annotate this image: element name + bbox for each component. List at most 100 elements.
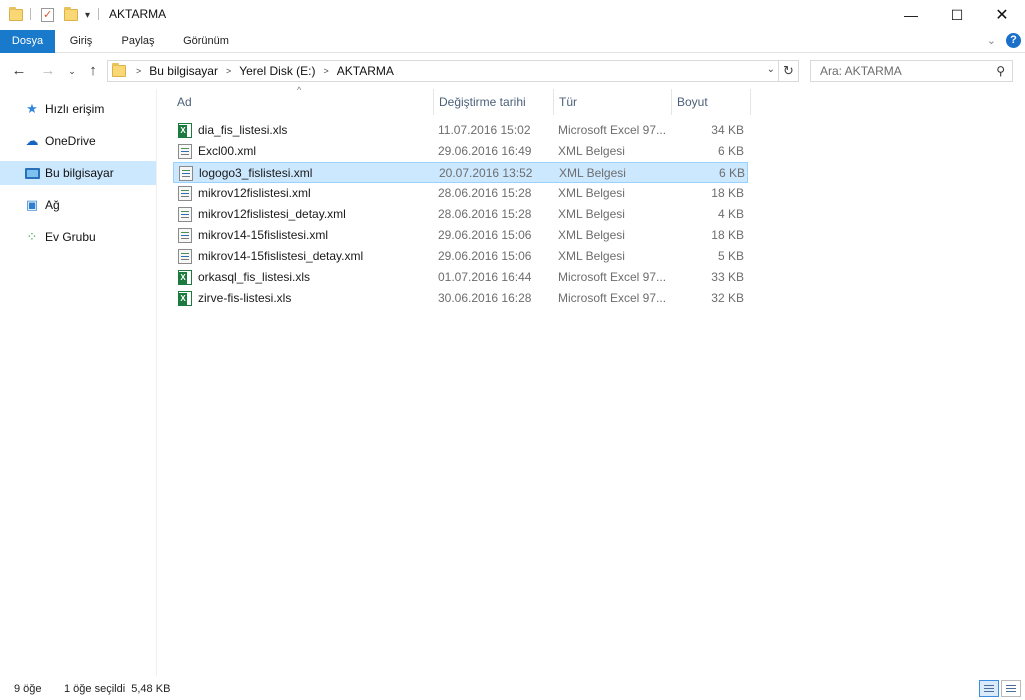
- homegroup-icon: ⁘: [26, 229, 38, 244]
- breadcrumb-current-folder[interactable]: AKTARMA: [337, 64, 394, 78]
- help-icon[interactable]: ?: [1006, 33, 1021, 48]
- large-icons-view-button[interactable]: [1001, 680, 1021, 697]
- file-name: Excl00.xml: [198, 144, 257, 158]
- file-size: 33 KB: [711, 270, 744, 284]
- address-bar[interactable]: > Bu bilgisayar > Yerel Disk (E:) > AKTA…: [107, 60, 779, 82]
- file-size: 34 KB: [711, 123, 744, 137]
- breadcrumb-local-disk[interactable]: Yerel Disk (E:): [239, 64, 315, 78]
- file-name: logogo3_fislistesi.xml: [199, 166, 313, 180]
- chevron-right-icon[interactable]: >: [136, 66, 141, 76]
- close-button[interactable]: ✕: [979, 0, 1025, 30]
- tab-file[interactable]: Dosya: [0, 30, 55, 53]
- file-date: 01.07.2016 16:44: [438, 270, 532, 284]
- refresh-icon[interactable]: ↻: [779, 60, 799, 82]
- sidebar-item-this-pc[interactable]: Bu bilgisayar: [0, 161, 156, 185]
- properties-icon[interactable]: [41, 6, 54, 24]
- search-input[interactable]: [811, 61, 981, 81]
- file-type: XML Belgesi: [558, 228, 625, 242]
- minimize-button[interactable]: —: [888, 0, 934, 30]
- file-name: zirve-fis-listesi.xls: [198, 291, 292, 305]
- sidebar-item-label: OneDrive: [45, 134, 96, 148]
- file-row[interactable]: dia_fis_listesi.xls 11.07.2016 15:02 Micro…: [173, 120, 748, 141]
- details-view-button[interactable]: [979, 680, 999, 697]
- customize-toolbar-dropdown-icon[interactable]: ▾: [85, 6, 90, 24]
- file-row[interactable]: mikrov14-15fislistesi.xml 29.06.2016 15:0…: [173, 225, 748, 246]
- file-type: XML Belgesi: [558, 207, 625, 221]
- file-name: mikrov14-15fislistesi.xml: [198, 228, 329, 242]
- file-row[interactable]: orkasql_fis_listesi.xls 01.07.2016 16:44 M…: [173, 267, 748, 288]
- column-header-size[interactable]: Boyut: [672, 89, 751, 115]
- item-count: 9 öğe: [14, 683, 42, 695]
- recent-locations-chevron-icon[interactable]: ⌄: [62, 61, 82, 81]
- excel-file-icon: [178, 270, 192, 285]
- ribbon-tabs: Dosya Giriş Paylaş Görünüm ⌄ ?: [0, 30, 1025, 53]
- file-size: 32 KB: [711, 291, 744, 305]
- tab-view[interactable]: Görünüm: [174, 30, 238, 53]
- sidebar-item-label: Ev Grubu: [45, 230, 96, 244]
- up-arrow-icon[interactable]: ↑: [83, 61, 103, 81]
- separator: [98, 8, 99, 20]
- cloud-icon: ☁: [25, 133, 39, 148]
- folder-icon: [9, 6, 23, 24]
- tab-share[interactable]: Paylaş: [113, 30, 163, 53]
- sidebar-item-onedrive[interactable]: ☁ OneDrive: [0, 129, 156, 153]
- sidebar-item-label: Ağ: [45, 198, 60, 212]
- new-folder-icon[interactable]: [64, 6, 78, 24]
- search-icon[interactable]: ⚲: [996, 64, 1005, 78]
- tab-home[interactable]: Giriş: [62, 30, 100, 53]
- column-header-type[interactable]: Tür: [554, 89, 672, 115]
- file-date: 29.06.2016 15:06: [438, 249, 532, 263]
- navigation-pane: ★ Hızlı erişim ☁ OneDrive Bu bilgisayar …: [0, 89, 157, 676]
- sidebar-item-label: Bu bilgisayar: [45, 166, 114, 180]
- excel-file-icon: [178, 291, 192, 306]
- window-title: AKTARMA: [109, 7, 167, 21]
- sidebar-item-network[interactable]: ▣ Ağ: [0, 193, 156, 217]
- file-date: 28.06.2016 15:28: [438, 186, 532, 200]
- file-row[interactable]: zirve-fis-listesi.xls 30.06.2016 16:28 Mic…: [173, 288, 748, 309]
- file-row[interactable]: mikrov12fislistesi_detay.xml 28.06.2016 1…: [173, 204, 748, 225]
- sidebar-item-homegroup[interactable]: ⁘ Ev Grubu: [0, 225, 156, 249]
- expand-ribbon-icon[interactable]: ⌄: [987, 34, 996, 47]
- file-type: XML Belgesi: [558, 186, 625, 200]
- file-row[interactable]: Excl00.xml 29.06.2016 16:49 XML Belgesi 6 K…: [173, 141, 748, 162]
- file-name: mikrov14-15fislistesi_detay.xml: [198, 249, 364, 263]
- file-name: mikrov12fislistesi.xml: [198, 186, 311, 200]
- computer-icon: [24, 165, 40, 181]
- file-type: XML Belgesi: [559, 166, 626, 180]
- forward-arrow-icon[interactable]: →: [38, 61, 58, 81]
- search-box[interactable]: ⚲: [810, 60, 1013, 82]
- maximize-button[interactable]: ☐: [934, 0, 980, 30]
- column-header-date[interactable]: Değiştirme tarihi: [434, 89, 554, 115]
- folder-icon: [112, 63, 126, 77]
- file-type: Microsoft Excel 97...: [558, 123, 667, 137]
- column-header-name[interactable]: Ad: [172, 89, 434, 115]
- file-date: 20.07.2016 13:52: [439, 166, 533, 180]
- file-type: XML Belgesi: [558, 144, 625, 158]
- excel-file-icon: [178, 123, 192, 138]
- file-row[interactable]: logogo3_fislistesi.xml 20.07.2016 13:52 XM…: [173, 162, 748, 183]
- file-type: Microsoft Excel 97...: [558, 270, 667, 284]
- status-bar: 9 öğe 1 öğe seçildi 5,48 KB: [0, 676, 1025, 700]
- file-name: orkasql_fis_listesi.xls: [198, 270, 311, 284]
- file-list: ^ Ad Değiştirme tarihi Tür Boyut dia_fis…: [158, 85, 1025, 676]
- sidebar-item-quick-access[interactable]: ★ Hızlı erişim: [0, 97, 156, 121]
- xml-file-icon: [178, 144, 192, 159]
- chevron-right-icon[interactable]: >: [226, 66, 231, 76]
- file-date: 30.06.2016 16:28: [438, 291, 532, 305]
- file-row[interactable]: mikrov12fislistesi.xml 28.06.2016 15:28 XM…: [173, 183, 748, 204]
- star-icon: ★: [26, 101, 38, 116]
- xml-file-icon: [178, 207, 192, 222]
- xml-file-icon: [178, 186, 192, 201]
- chevron-right-icon[interactable]: >: [323, 66, 328, 76]
- file-size: 5 KB: [717, 249, 744, 263]
- file-row[interactable]: mikrov14-15fislistesi_detay.xml 29.06.201…: [173, 246, 748, 267]
- separator: [30, 8, 31, 20]
- file-type: Microsoft Excel 97...: [558, 291, 667, 305]
- address-dropdown-icon[interactable]: ⌄: [767, 64, 775, 75]
- xml-file-icon: [178, 228, 192, 243]
- file-size: 4 KB: [717, 207, 744, 221]
- breadcrumb-this-pc[interactable]: Bu bilgisayar: [149, 64, 218, 78]
- file-size: 6 KB: [717, 144, 744, 158]
- back-arrow-icon[interactable]: ←: [9, 61, 29, 81]
- file-size: 18 KB: [711, 186, 744, 200]
